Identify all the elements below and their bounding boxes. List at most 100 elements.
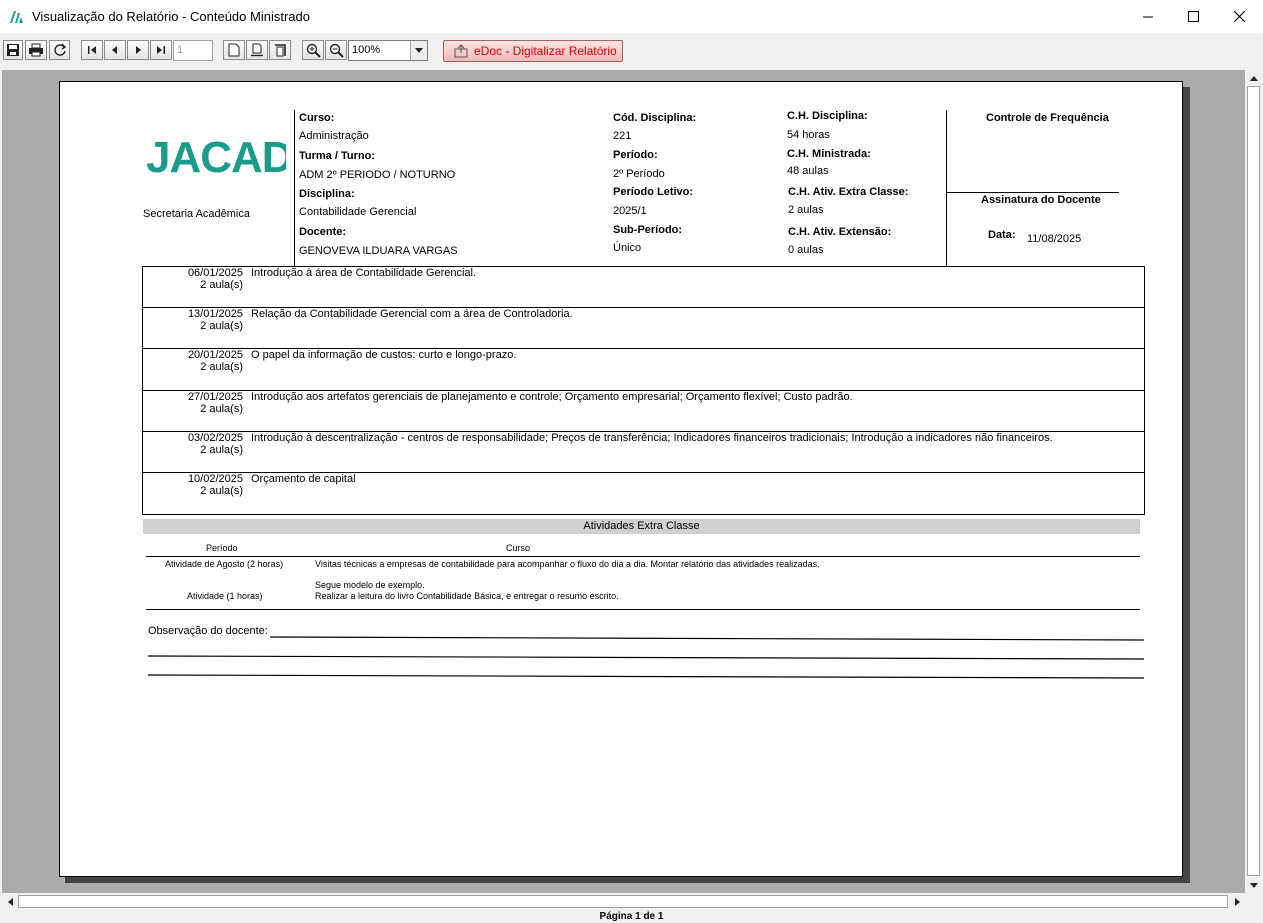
aula-topic: Orçamento de capital bbox=[251, 473, 356, 485]
single-page-button[interactable] bbox=[223, 40, 245, 60]
periodo-label: Período: bbox=[613, 149, 658, 161]
vertical-scrollbar[interactable] bbox=[1246, 70, 1262, 893]
page-info: Página 1 de 1 bbox=[599, 911, 664, 922]
ch-extra-label: C.H. Ativ. Extra Classe: bbox=[788, 186, 909, 198]
table-row: 27/01/2025 2 aula(s) Introdução aos artef… bbox=[142, 390, 1145, 432]
full-page-icon bbox=[275, 44, 286, 57]
window-title: Visualização do Relatório - Conteúdo Min… bbox=[32, 9, 310, 24]
turma-value: ADM 2º PERIODO / NOTURNO bbox=[299, 169, 456, 181]
extra-row-periodo: Atividade de Agosto (2 horas) bbox=[165, 559, 284, 569]
aula-topic: O papel da informação de custos: curto e… bbox=[251, 349, 517, 361]
edoc-label: eDoc - Digitalizar Relatório bbox=[474, 44, 617, 58]
cod-label: Cód. Disciplina: bbox=[613, 112, 697, 124]
edoc-scan-button[interactable]: eDoc - Digitalizar Relatório bbox=[443, 40, 623, 62]
scroll-left-icon[interactable] bbox=[2, 894, 18, 910]
next-page-button[interactable] bbox=[127, 40, 149, 60]
close-icon bbox=[1233, 11, 1245, 22]
extra-footer-line bbox=[146, 609, 1140, 610]
scroll-corner bbox=[1246, 894, 1262, 910]
docente-value: GENOVEVA ILDUARA VARGAS bbox=[299, 245, 458, 257]
curso-value: Administração bbox=[299, 130, 369, 142]
secretaria-label: Secretaria Acadêmica bbox=[143, 208, 250, 220]
page-width-icon bbox=[251, 43, 263, 57]
docente-label: Docente: bbox=[299, 226, 347, 238]
assinatura-label: Assinatura do Docente bbox=[981, 194, 1101, 206]
maximize-icon bbox=[1187, 11, 1199, 22]
next-page-icon bbox=[136, 46, 141, 54]
scroll-down-icon[interactable] bbox=[1246, 877, 1262, 893]
minimize-button[interactable] bbox=[1125, 0, 1171, 33]
svg-text:JACAD: JACAD bbox=[146, 133, 286, 180]
sub-periodo-value: Único bbox=[613, 242, 642, 254]
zoom-select[interactable]: 100% bbox=[348, 40, 428, 61]
extra-row-curso: Segue modelo de exemplo. bbox=[315, 580, 425, 590]
aula-topic: Introdução à área de Contabilidade Geren… bbox=[251, 267, 477, 279]
zoom-in-button[interactable] bbox=[302, 40, 324, 60]
divider bbox=[294, 110, 295, 266]
data-label: Data: bbox=[988, 229, 1016, 241]
status-bar: Página 1 de 1 bbox=[0, 910, 1263, 923]
controle-label: Controle de Frequência bbox=[986, 112, 1109, 124]
print-button[interactable] bbox=[25, 40, 47, 60]
prev-page-button[interactable] bbox=[104, 40, 126, 60]
save-icon bbox=[7, 44, 19, 56]
zoom-in-icon bbox=[306, 43, 321, 58]
jacad-logo: JACAD bbox=[146, 132, 294, 183]
horizontal-scrollbar[interactable] bbox=[2, 894, 1245, 910]
ch-disciplina-label: C.H. Disciplina: bbox=[787, 110, 868, 122]
toolbar: 1 100% eDoc - Digitalizar Relatório bbox=[0, 33, 1263, 68]
horizontal-scroll-thumb[interactable] bbox=[18, 895, 1228, 908]
ch-ministrada-label: C.H. Ministrada: bbox=[787, 148, 871, 160]
aula-topic: Relação da Contabilidade Gerencial com a… bbox=[251, 308, 573, 320]
extra-row-curso: Visitas técnicas a empresas de contabili… bbox=[315, 559, 820, 569]
aula-date: 20/01/2025 2 aula(s) bbox=[187, 349, 243, 373]
first-page-button[interactable] bbox=[81, 40, 103, 60]
full-page-button[interactable] bbox=[269, 40, 291, 60]
ch-disciplina-value: 54 horas bbox=[787, 129, 830, 141]
curso-label: Curso: bbox=[299, 112, 335, 124]
page-width-button[interactable] bbox=[246, 40, 268, 60]
zoom-out-button[interactable] bbox=[325, 40, 347, 60]
aula-date: 06/01/2025 2 aula(s) bbox=[187, 267, 243, 291]
extra-header-curso: Curso bbox=[506, 543, 531, 553]
disciplina-label: Disciplina: bbox=[299, 188, 355, 200]
periodo-value: 2º Período bbox=[613, 168, 665, 180]
refresh-icon bbox=[53, 43, 66, 56]
vertical-scroll-thumb[interactable] bbox=[1247, 86, 1260, 876]
aula-date: 27/01/2025 2 aula(s) bbox=[187, 391, 243, 415]
last-page-icon bbox=[157, 46, 165, 54]
last-page-button[interactable] bbox=[150, 40, 172, 60]
divider bbox=[946, 110, 947, 266]
ch-extra-value: 2 aulas bbox=[788, 204, 824, 216]
scroll-right-icon[interactable] bbox=[1229, 894, 1245, 910]
periodo-letivo-value: 2025/1 bbox=[613, 205, 647, 217]
table-row: 10/02/2025 2 aula(s) Orçamento de capital bbox=[142, 472, 1145, 515]
print-icon bbox=[29, 43, 43, 57]
close-button[interactable] bbox=[1216, 0, 1262, 33]
page-number-input[interactable]: 1 bbox=[173, 40, 213, 61]
aula-date: 03/02/2025 2 aula(s) bbox=[187, 432, 243, 456]
zoom-value: 100% bbox=[352, 44, 381, 56]
scroll-up-icon[interactable] bbox=[1246, 70, 1262, 86]
sub-periodo-label: Sub-Período: bbox=[613, 224, 683, 236]
extra-row-curso: Realizar a leitura do livro Contabilidad… bbox=[315, 591, 619, 601]
save-button[interactable] bbox=[3, 40, 23, 60]
single-page-icon bbox=[228, 43, 240, 57]
first-page-icon bbox=[88, 46, 96, 54]
table-row: 03/02/2025 2 aula(s) Introdução à descent… bbox=[142, 431, 1145, 473]
ch-ministrada-value: 48 aulas bbox=[787, 165, 829, 177]
signature-line bbox=[947, 192, 1119, 193]
table-row: 20/01/2025 2 aula(s) O papel da informaçã… bbox=[142, 348, 1145, 391]
disciplina-value: Contabilidade Gerencial bbox=[299, 206, 417, 218]
table-row: 06/01/2025 2 aula(s) Introdução à área de… bbox=[142, 266, 1145, 308]
table-row: 13/01/2025 2 aula(s) Relação da Contabili… bbox=[142, 307, 1145, 349]
aula-date: 10/02/2025 2 aula(s) bbox=[187, 473, 243, 497]
maximize-button[interactable] bbox=[1170, 0, 1216, 33]
data-value: 11/08/2025 bbox=[1027, 233, 1082, 245]
extra-header-periodo: Período bbox=[206, 543, 238, 553]
title-bar: Visualização do Relatório - Conteúdo Min… bbox=[0, 0, 1263, 33]
ch-extensao-label: C.H. Ativ. Extensão: bbox=[788, 226, 892, 238]
refresh-button[interactable] bbox=[49, 40, 70, 60]
chevron-down-icon[interactable] bbox=[410, 41, 427, 60]
extra-row-periodo: Atividade (1 horas) bbox=[187, 591, 263, 601]
